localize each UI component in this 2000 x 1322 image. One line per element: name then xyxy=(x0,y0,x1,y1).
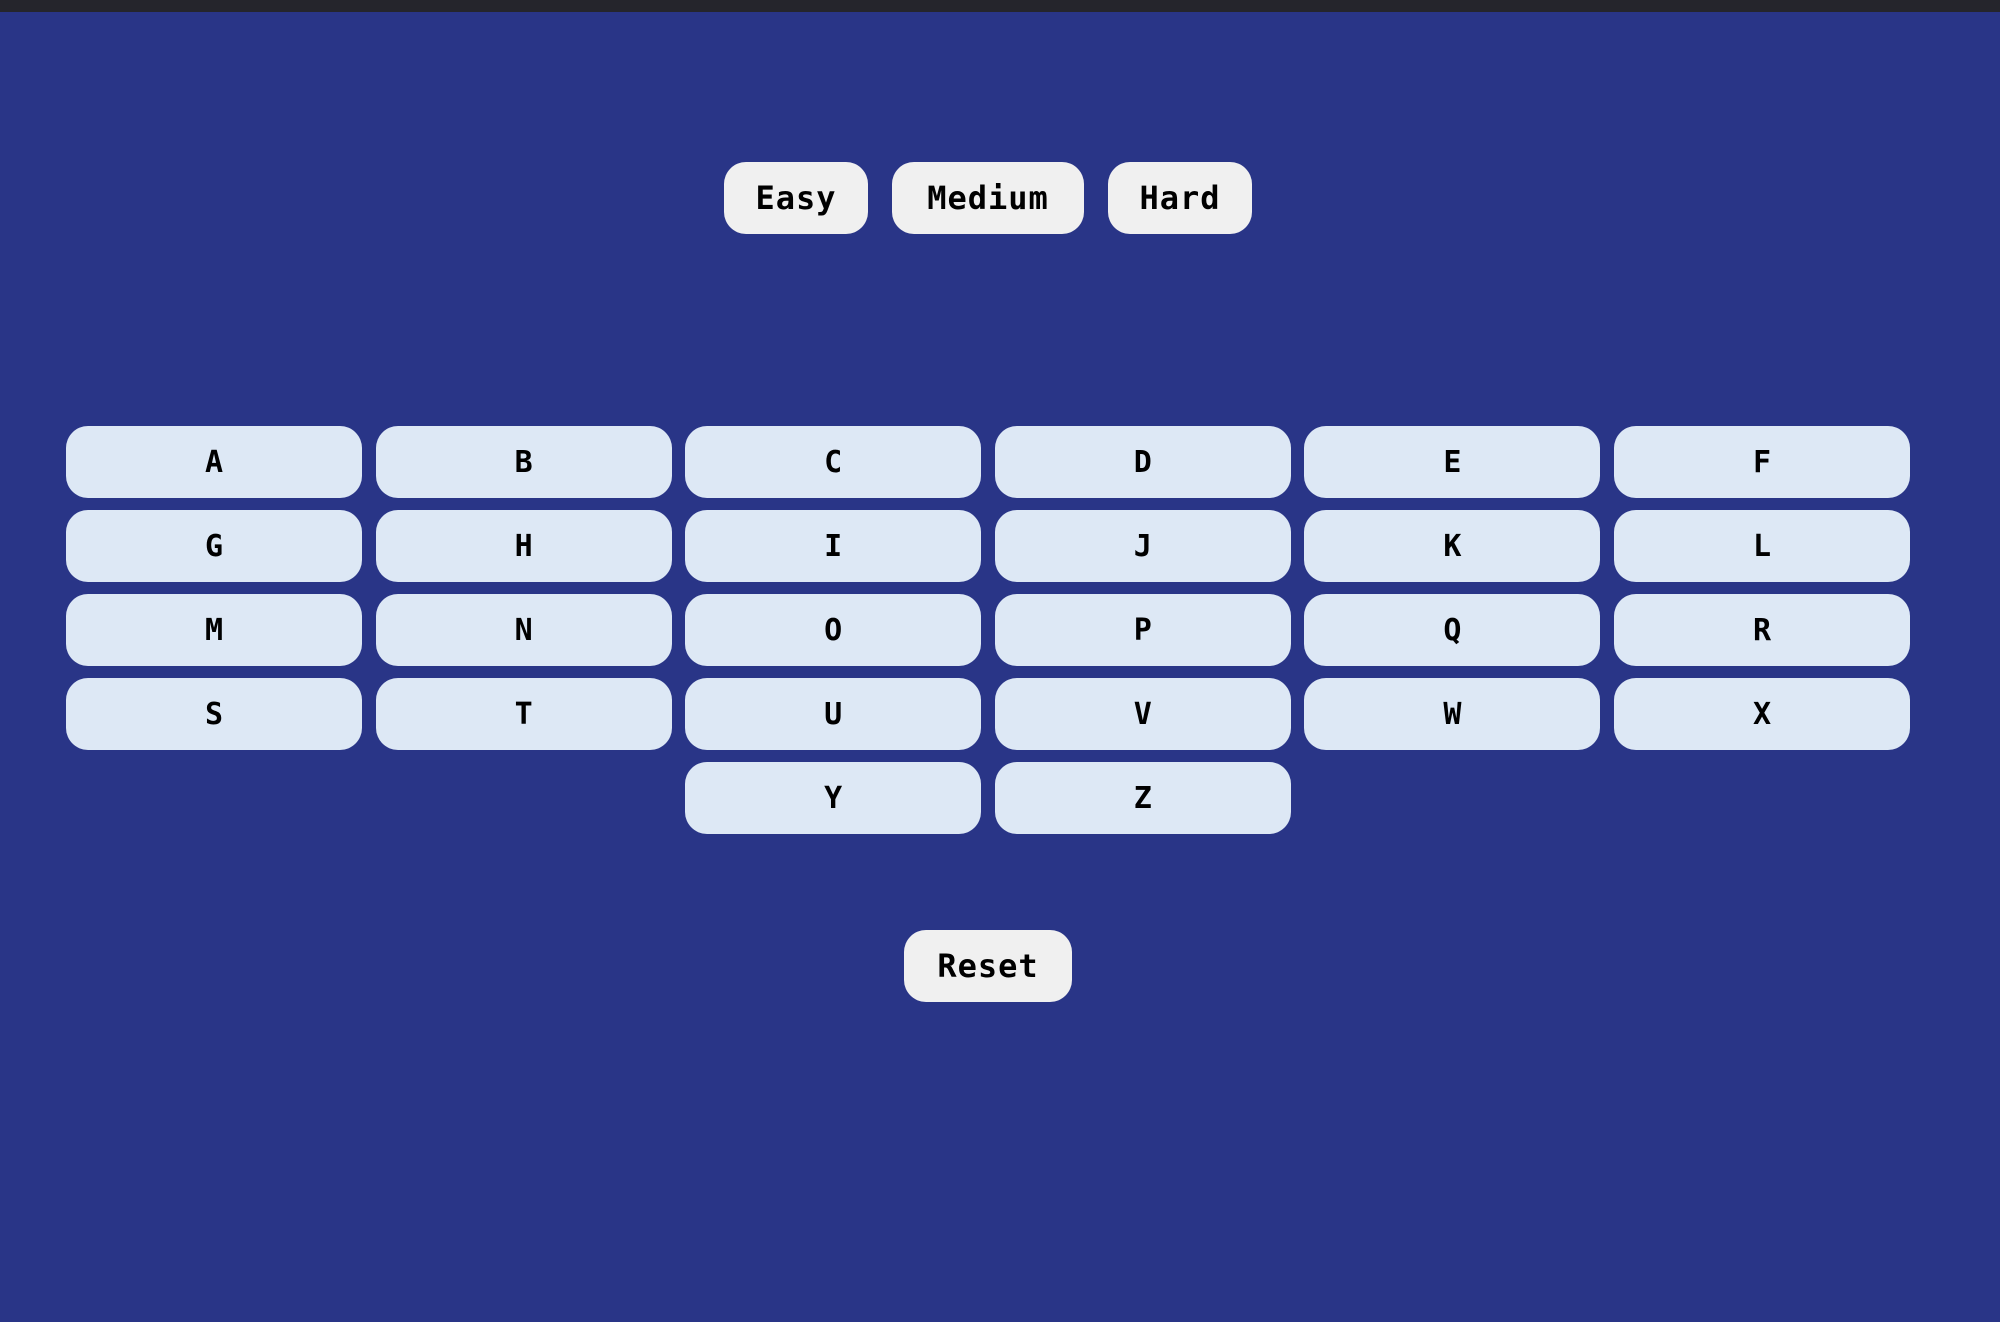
letter-button-h[interactable]: H xyxy=(375,510,672,582)
letter-button-o[interactable]: O xyxy=(685,594,982,666)
letter-button-b[interactable]: B xyxy=(375,426,672,498)
letter-button-z[interactable]: Z xyxy=(994,762,1291,834)
letter-button-u[interactable]: U xyxy=(685,678,982,750)
letter-button-t[interactable]: T xyxy=(375,678,672,750)
letter-button-f[interactable]: F xyxy=(1613,426,1910,498)
letter-keyboard: A B C D E F G H I J K L M N O P Q R S T … xyxy=(66,426,1910,834)
easy-button[interactable]: Easy xyxy=(724,162,868,234)
letter-button-j[interactable]: J xyxy=(994,510,1291,582)
letter-button-c[interactable]: C xyxy=(685,426,982,498)
letter-button-k[interactable]: K xyxy=(1304,510,1601,582)
letter-button-g[interactable]: G xyxy=(66,510,362,582)
medium-button[interactable]: Medium xyxy=(892,162,1084,234)
letter-button-r[interactable]: R xyxy=(1613,594,1910,666)
letter-button-y[interactable]: Y xyxy=(685,762,982,834)
letter-button-d[interactable]: D xyxy=(994,426,1291,498)
letter-button-l[interactable]: L xyxy=(1613,510,1910,582)
letter-button-n[interactable]: N xyxy=(375,594,672,666)
reset-button[interactable]: Reset xyxy=(904,930,1072,1002)
letter-button-i[interactable]: I xyxy=(685,510,982,582)
letter-button-s[interactable]: S xyxy=(66,678,362,750)
letter-button-p[interactable]: P xyxy=(994,594,1291,666)
letter-button-m[interactable]: M xyxy=(66,594,362,666)
letter-button-a[interactable]: A xyxy=(66,426,362,498)
letter-button-e[interactable]: E xyxy=(1304,426,1601,498)
window-top-bar xyxy=(0,0,2000,12)
hard-button[interactable]: Hard xyxy=(1108,162,1252,234)
letter-button-x[interactable]: X xyxy=(1613,678,1910,750)
letter-button-v[interactable]: V xyxy=(994,678,1291,750)
letter-button-q[interactable]: Q xyxy=(1304,594,1601,666)
letter-button-w[interactable]: W xyxy=(1304,678,1601,750)
